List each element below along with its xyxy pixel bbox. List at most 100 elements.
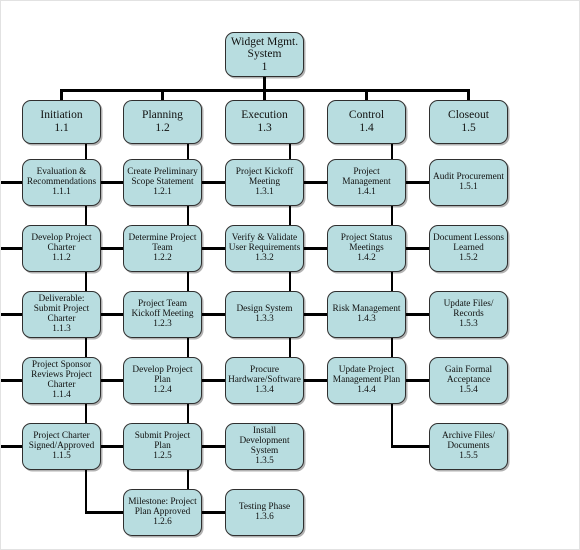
task-node-1-1-1[interactable]: Evaluation & Recommendations 1.1.1 [22, 159, 101, 206]
task-stub-wire-1-5 [1, 445, 22, 448]
task-node-1-5-4[interactable]: Gain Formal Acceptance 1.5.4 [429, 357, 508, 404]
task-node-1-3-5-number: 1.3.5 [255, 456, 274, 467]
phase-node-3[interactable]: Execution 1.3 [225, 100, 304, 144]
task-node-1-3-3-number: 1.3.3 [255, 314, 274, 325]
task-stub-wire-1-4 [1, 379, 22, 382]
task-node-1-3-1[interactable]: Project Kickoff Meeting 1.3.1 [225, 159, 304, 206]
task-node-1-5-5[interactable]: Archive Files/ Documents 1.5.5 [429, 423, 508, 470]
phase-node-4[interactable]: Control 1.4 [327, 100, 406, 144]
task-node-1-4-2[interactable]: Project Status Meetings 1.4.2 [327, 225, 406, 272]
task-node-1-3-2[interactable]: Verify & Validate User Requirements 1.3.2 [225, 225, 304, 272]
task-node-1-5-4-number: 1.5.4 [459, 385, 478, 396]
task-node-1-2-2-number: 1.2.2 [153, 253, 172, 264]
task-node-1-3-2-number: 1.3.2 [255, 253, 274, 264]
root-node-title: Widget Mgmt. System [230, 35, 299, 61]
phase-node-1-number: 1.1 [54, 121, 69, 134]
task-node-1-5-2-number: 1.5.2 [459, 253, 478, 264]
task-node-1-4-1[interactable]: Project Management 1.4.1 [327, 159, 406, 206]
task-node-1-1-4[interactable]: Project Sponsor Reviews Project Charter 1… [22, 357, 101, 404]
task-node-1-5-3-number: 1.5.3 [459, 319, 478, 330]
task-node-1-5-2-title: Document Lessons Learned [432, 233, 504, 254]
task-node-1-3-5[interactable]: Install Development System 1.3.5 [225, 423, 304, 470]
root-node[interactable]: Widget Mgmt. System 1 [225, 32, 304, 77]
phase-node-4-number: 1.4 [359, 121, 374, 134]
task-node-1-2-1-title: Create Preliminary Scope Statement [127, 167, 198, 188]
task-node-1-1-3[interactable]: Deliverable: Submit Project Charter 1.1.3 [22, 291, 101, 338]
task-node-1-2-5-title: Submit Project Plan [134, 431, 191, 452]
task-node-1-1-3-title: Deliverable: Submit Project Charter [33, 294, 90, 325]
task-node-1-4-2-number: 1.4.2 [357, 253, 376, 264]
task-node-1-3-3-title: Design System [236, 304, 293, 315]
phase-drop-wire-4 [365, 89, 368, 100]
task-node-1-4-4-title: Update Project Management Plan [332, 365, 401, 386]
task-node-1-2-4-number: 1.2.4 [153, 385, 172, 396]
task-node-1-3-2-title: Verify & Validate User Requirements [228, 233, 301, 254]
task-node-1-5-3[interactable]: Update Files/ Records 1.5.3 [429, 291, 508, 338]
task-node-1-1-1-title: Evaluation & Recommendations [26, 167, 97, 188]
task-node-1-2-6[interactable]: Milestone: Project Plan Approved 1.2.6 [123, 489, 202, 536]
task-node-1-3-4-title: Procure Hardware/Software [228, 365, 301, 386]
task-node-1-4-1-title: Project Management [342, 167, 391, 188]
task-node-1-3-6-number: 1.3.6 [255, 512, 274, 523]
phase-node-2[interactable]: Planning 1.2 [123, 100, 202, 144]
task-node-1-2-3[interactable]: Project Team Kickoff Meeting 1.2.3 [123, 291, 202, 338]
task-stub-wire-5-5 [390, 445, 429, 448]
task-node-1-1-5-number: 1.1.5 [52, 451, 71, 462]
task-node-1-3-6[interactable]: Testing Phase 1.3.6 [225, 489, 304, 536]
task-node-1-5-2[interactable]: Document Lessons Learned 1.5.2 [429, 225, 508, 272]
task-node-1-2-4[interactable]: Develop Project Plan 1.2.4 [123, 357, 202, 404]
task-node-1-4-4[interactable]: Update Project Management Plan 1.4.4 [327, 357, 406, 404]
phase-drop-wire-5 [467, 89, 470, 100]
task-node-1-3-1-title: Project Kickoff Meeting [235, 167, 294, 188]
task-node-1-5-1-number: 1.5.1 [459, 182, 478, 193]
phase-drop-wire-2 [161, 89, 164, 100]
task-node-1-3-1-number: 1.3.1 [255, 187, 274, 198]
task-node-1-4-1-number: 1.4.1 [357, 187, 376, 198]
task-node-1-2-2[interactable]: Determine Project Team 1.2.2 [123, 225, 202, 272]
task-node-1-3-3[interactable]: Design System 1.3.3 [225, 291, 304, 338]
task-stub-wire-1-1 [1, 181, 22, 184]
task-node-1-2-3-title: Project Team Kickoff Meeting [131, 299, 194, 320]
phase-drop-wire-3 [263, 89, 266, 100]
task-node-1-3-6-title: Testing Phase [238, 502, 291, 513]
task-node-1-5-4-title: Gain Formal Acceptance [444, 365, 493, 386]
task-node-1-2-3-number: 1.2.3 [153, 319, 172, 330]
phase-node-1[interactable]: Initiation 1.1 [22, 100, 101, 144]
task-node-1-1-3-number: 1.1.3 [52, 324, 71, 335]
task-stub-wire-2-6 [84, 511, 123, 514]
task-node-1-1-5-title: Project Charter Signed/Approved [28, 431, 95, 452]
task-node-1-2-4-title: Develop Project Plan [132, 365, 193, 386]
task-stub-wire-1-3 [1, 313, 22, 316]
wbs-diagram: Widget Mgmt. System 1 Initiation 1.1 Evaluat… [0, 0, 580, 550]
task-node-1-2-1-number: 1.2.1 [153, 187, 172, 198]
task-node-1-1-2[interactable]: Develop Project Charter 1.1.2 [22, 225, 101, 272]
task-node-1-4-4-number: 1.4.4 [357, 385, 376, 396]
phase-node-2-number: 1.2 [155, 121, 170, 134]
task-node-1-2-1[interactable]: Create Preliminary Scope Statement 1.2.1 [123, 159, 202, 206]
phase-node-3-title: Execution [241, 109, 288, 122]
phase-drop-wire-1 [60, 89, 63, 100]
task-node-1-1-5[interactable]: Project Charter Signed/Approved 1.1.5 [22, 423, 101, 470]
phase-node-3-number: 1.3 [257, 121, 272, 134]
phase-node-5[interactable]: Closeout 1.5 [429, 100, 508, 144]
task-node-1-3-5-title: Install Development System [239, 426, 290, 457]
phase-node-2-title: Planning [142, 109, 183, 122]
phase-node-5-number: 1.5 [461, 121, 476, 134]
phase-node-1-title: Initiation [40, 109, 83, 122]
task-node-1-4-3-title: Risk Management [332, 304, 401, 315]
task-node-1-2-5[interactable]: Submit Project Plan 1.2.5 [123, 423, 202, 470]
task-node-1-1-2-number: 1.1.2 [52, 253, 71, 264]
task-node-1-3-4-number: 1.3.4 [255, 385, 274, 396]
task-node-1-2-6-number: 1.2.6 [153, 517, 172, 528]
root-node-number: 1 [261, 60, 268, 73]
task-node-1-1-2-title: Develop Project Charter [31, 233, 92, 254]
task-node-1-2-5-number: 1.2.5 [153, 451, 172, 462]
task-node-1-4-3-number: 1.4.3 [357, 314, 376, 325]
task-node-1-2-2-title: Determine Project Team [128, 233, 197, 254]
task-node-1-4-3[interactable]: Risk Management 1.4.3 [327, 291, 406, 338]
task-node-1-3-4[interactable]: Procure Hardware/Software 1.3.4 [225, 357, 304, 404]
task-stub-wire-1-2 [1, 247, 22, 250]
task-node-1-1-4-title: Project Sponsor Reviews Project Charter [31, 360, 92, 391]
task-node-1-5-5-number: 1.5.5 [459, 451, 478, 462]
task-node-1-5-1[interactable]: Audit Procurement 1.5.1 [429, 159, 508, 206]
